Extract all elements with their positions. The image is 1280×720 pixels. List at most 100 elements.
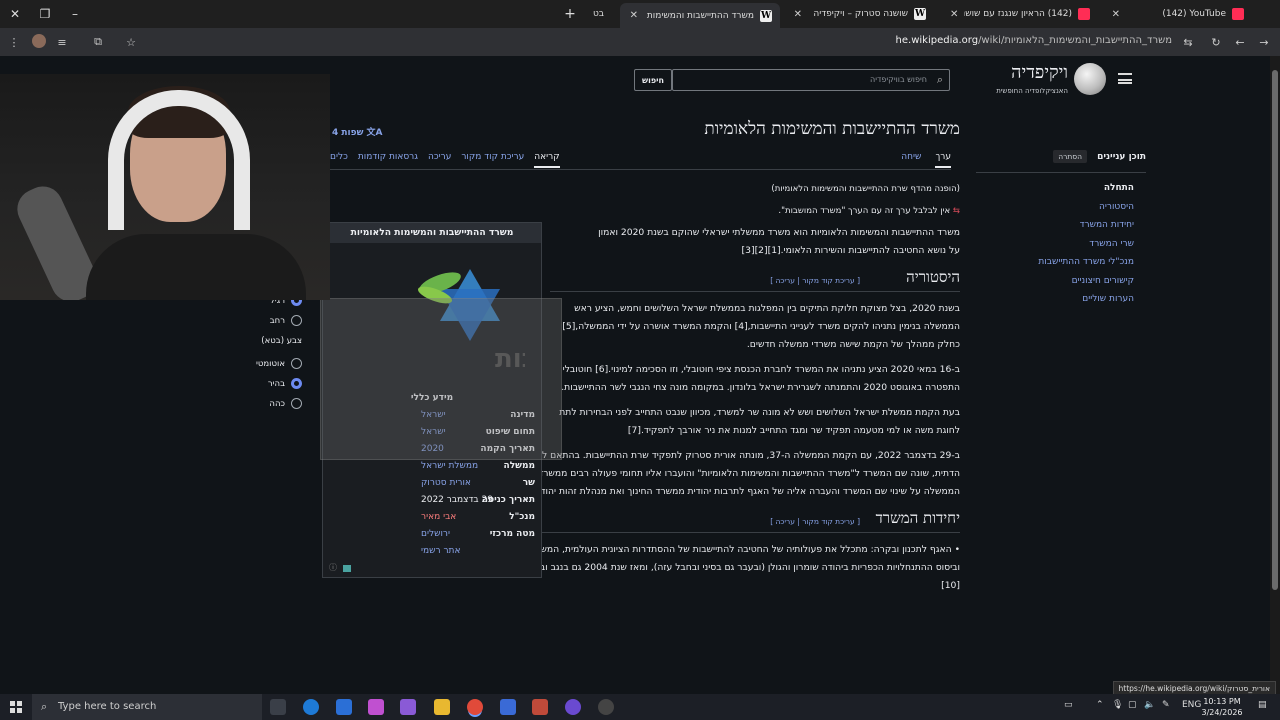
- chrome-icon[interactable]: [467, 699, 483, 715]
- color-option-light[interactable]: בהיר: [252, 378, 302, 389]
- radio-selected[interactable]: [291, 378, 302, 389]
- close-tab-icon[interactable]: ✕: [1112, 9, 1120, 20]
- reading-list-icon[interactable]: ≡: [54, 34, 70, 50]
- site-settings-icon[interactable]: ⇆: [1180, 34, 1196, 50]
- edge-icon[interactable]: [303, 699, 319, 715]
- taskbar-search[interactable]: ⌕ Type here to search: [32, 694, 262, 720]
- close-tab-icon[interactable]: ✕: [630, 10, 638, 21]
- search-icon: ⌕: [41, 700, 48, 713]
- color-option-auto[interactable]: אוטומטי: [252, 358, 302, 369]
- tray-chevron-icon[interactable]: ⌃: [1096, 700, 1104, 710]
- scrollbar-thumb[interactable]: [1272, 70, 1278, 590]
- info-icon[interactable]: ⓘ: [329, 562, 337, 573]
- logo-name: ויקיפדיה: [1011, 62, 1068, 83]
- infobox-title: משרד ההתיישבות והמשימות הלאומיות: [323, 223, 541, 243]
- person-body: [86, 234, 306, 300]
- infobox-row: מנכ"ל אבי מאיר: [323, 511, 541, 527]
- profile-avatar[interactable]: [32, 34, 46, 48]
- tab-read[interactable]: קריאה: [534, 152, 560, 168]
- appearance-panel: רגיל רחב צבע (בטא) אוטומטי בהיר כהה: [252, 295, 302, 418]
- file-explorer-icon[interactable]: [434, 699, 450, 715]
- toc-item-external-links[interactable]: קישורים חיצוניים: [976, 276, 1146, 287]
- new-tab-button[interactable]: +: [560, 4, 580, 24]
- bookmark-star-icon[interactable]: ☆: [123, 34, 139, 50]
- toc-item-units[interactable]: יחידות המשרד: [976, 220, 1146, 231]
- forward-icon[interactable]: ←: [1232, 34, 1248, 50]
- toc-hide-button[interactable]: הסתרה: [1053, 150, 1088, 163]
- copilot-icon[interactable]: [368, 699, 384, 715]
- close-window-button[interactable]: ✕: [0, 0, 30, 28]
- translate-icon: 文A: [366, 128, 383, 138]
- wikipedia-logo[interactable]: ויקיפדיה האנציקלופדיה החופשית: [986, 62, 1106, 98]
- language-indicator[interactable]: ENG: [1182, 700, 1201, 710]
- tab-tools[interactable]: כלים: [330, 152, 348, 168]
- tab-edit[interactable]: עריכה: [428, 152, 451, 168]
- discord-icon[interactable]: [565, 699, 581, 715]
- tab-wiki-ministry[interactable]: W משרד ההתיישבות והמשימות ה ✕: [620, 3, 780, 28]
- reload-icon[interactable]: ↻: [1208, 34, 1224, 50]
- color-option-dark[interactable]: כהה: [252, 398, 302, 409]
- youtube-icon: [1078, 8, 1090, 20]
- infobox-value-link[interactable]: אורית סטרוק: [421, 478, 471, 488]
- app-icon-blue[interactable]: [500, 699, 516, 715]
- toc-header: תוכן עניינים הסתרה: [976, 150, 1146, 173]
- network-icon[interactable]: ▢: [1128, 700, 1137, 710]
- main-menu-icon[interactable]: [1118, 73, 1132, 84]
- clock-date: 3/24/2026: [1201, 708, 1243, 717]
- infobox-value-link[interactable]: ממשלת ישראל: [421, 461, 478, 471]
- toc-item-directors[interactable]: מנכ"לי משרד ההתיישבות: [976, 257, 1146, 268]
- app-icon-red[interactable]: [532, 699, 548, 715]
- intro-line-2: על נושא החטיבה להתיישבות והשירות הלאומי.…: [741, 245, 960, 256]
- wikidata-icon[interactable]: [343, 565, 351, 572]
- volume-icon[interactable]: 🔈: [1144, 700, 1155, 710]
- tab-youtube[interactable]: (142) YouTube ✕: [1102, 4, 1252, 24]
- infobox-value-redlink[interactable]: אבי מאיר: [421, 512, 456, 522]
- restore-window-button[interactable]: ❐: [30, 0, 60, 28]
- radio-label: בהיר: [267, 378, 285, 389]
- section-history-edit[interactable]: [ עריכת קוד מקור | עריכה ]: [770, 272, 860, 290]
- infobox-value-link[interactable]: ירושלים: [421, 529, 450, 539]
- pen-icon[interactable]: ✎: [1162, 700, 1170, 710]
- m365-icon[interactable]: [400, 699, 416, 715]
- windows-start-icon[interactable]: [10, 701, 22, 713]
- radio[interactable]: [291, 358, 302, 369]
- section-history-header: היסטוריה [ עריכת קוד מקור | עריכה ]: [550, 268, 960, 292]
- toc-item-start[interactable]: התחלה: [976, 183, 1146, 194]
- toc-item-ministers[interactable]: שרי המשרד: [976, 239, 1146, 250]
- url-field[interactable]: he.wikipedia.org/wiki/משרד_ההתיישבות_והמ…: [896, 35, 1172, 46]
- clock[interactable]: 10:13 PM 3/24/2026: [1200, 696, 1244, 718]
- close-tab-icon[interactable]: ✕: [794, 9, 802, 20]
- tray-icon[interactable]: ▭: [1064, 700, 1073, 710]
- tab-talk[interactable]: שיחה: [901, 152, 921, 168]
- section-units-edit[interactable]: [ עריכת קוד מקור | עריכה ]: [770, 513, 860, 531]
- search-input[interactable]: ⌕ חיפוש בוויקיפדיה: [672, 69, 950, 91]
- intro-line-1: משרד ההתיישבות והמשימות הלאומיות הוא משר…: [598, 227, 960, 238]
- menu-dots-icon[interactable]: ⋮: [6, 34, 22, 50]
- toc-item-history[interactable]: היסטוריה: [976, 202, 1146, 213]
- tab-other[interactable]: בט: [582, 4, 612, 24]
- tab-edit-source[interactable]: עריכת קוד מקור: [461, 152, 524, 168]
- tab-wiki-strook[interactable]: W שושנה סטרוק – ויקיפדיה ✕: [784, 4, 934, 24]
- official-site-link[interactable]: אתר רשמי: [421, 546, 460, 556]
- radio[interactable]: [291, 315, 302, 326]
- radio[interactable]: [291, 398, 302, 409]
- link-preview-popup: [320, 298, 562, 460]
- store-icon[interactable]: [336, 699, 352, 715]
- microphone-icon[interactable]: 🎙: [1112, 700, 1123, 710]
- minimize-window-button[interactable]: –: [60, 0, 90, 28]
- tab-youtube-interview[interactable]: (142) הראיון שנגנז עם שושנה ס ✕: [942, 4, 1098, 24]
- notifications-icon[interactable]: ▤: [1258, 700, 1267, 710]
- page-scrollbar[interactable]: [1270, 56, 1280, 694]
- toc-item-footnotes[interactable]: הערות שוליים: [976, 294, 1146, 305]
- languages-button[interactable]: 4 שפות 文A: [332, 125, 383, 138]
- tab-article[interactable]: ערך: [935, 152, 951, 168]
- tab-history[interactable]: גרסאות קודמות: [358, 152, 418, 168]
- obs-icon[interactable]: [598, 699, 614, 715]
- back-icon[interactable]: →: [1256, 34, 1272, 50]
- close-tab-icon[interactable]: ✕: [950, 9, 958, 20]
- task-view-icon[interactable]: [270, 699, 286, 715]
- search-button[interactable]: חיפוש: [634, 69, 672, 91]
- extensions-icon[interactable]: ⧉: [90, 34, 106, 50]
- radio-label: אוטומטי: [255, 358, 285, 369]
- width-option-wide[interactable]: רחב: [252, 315, 302, 326]
